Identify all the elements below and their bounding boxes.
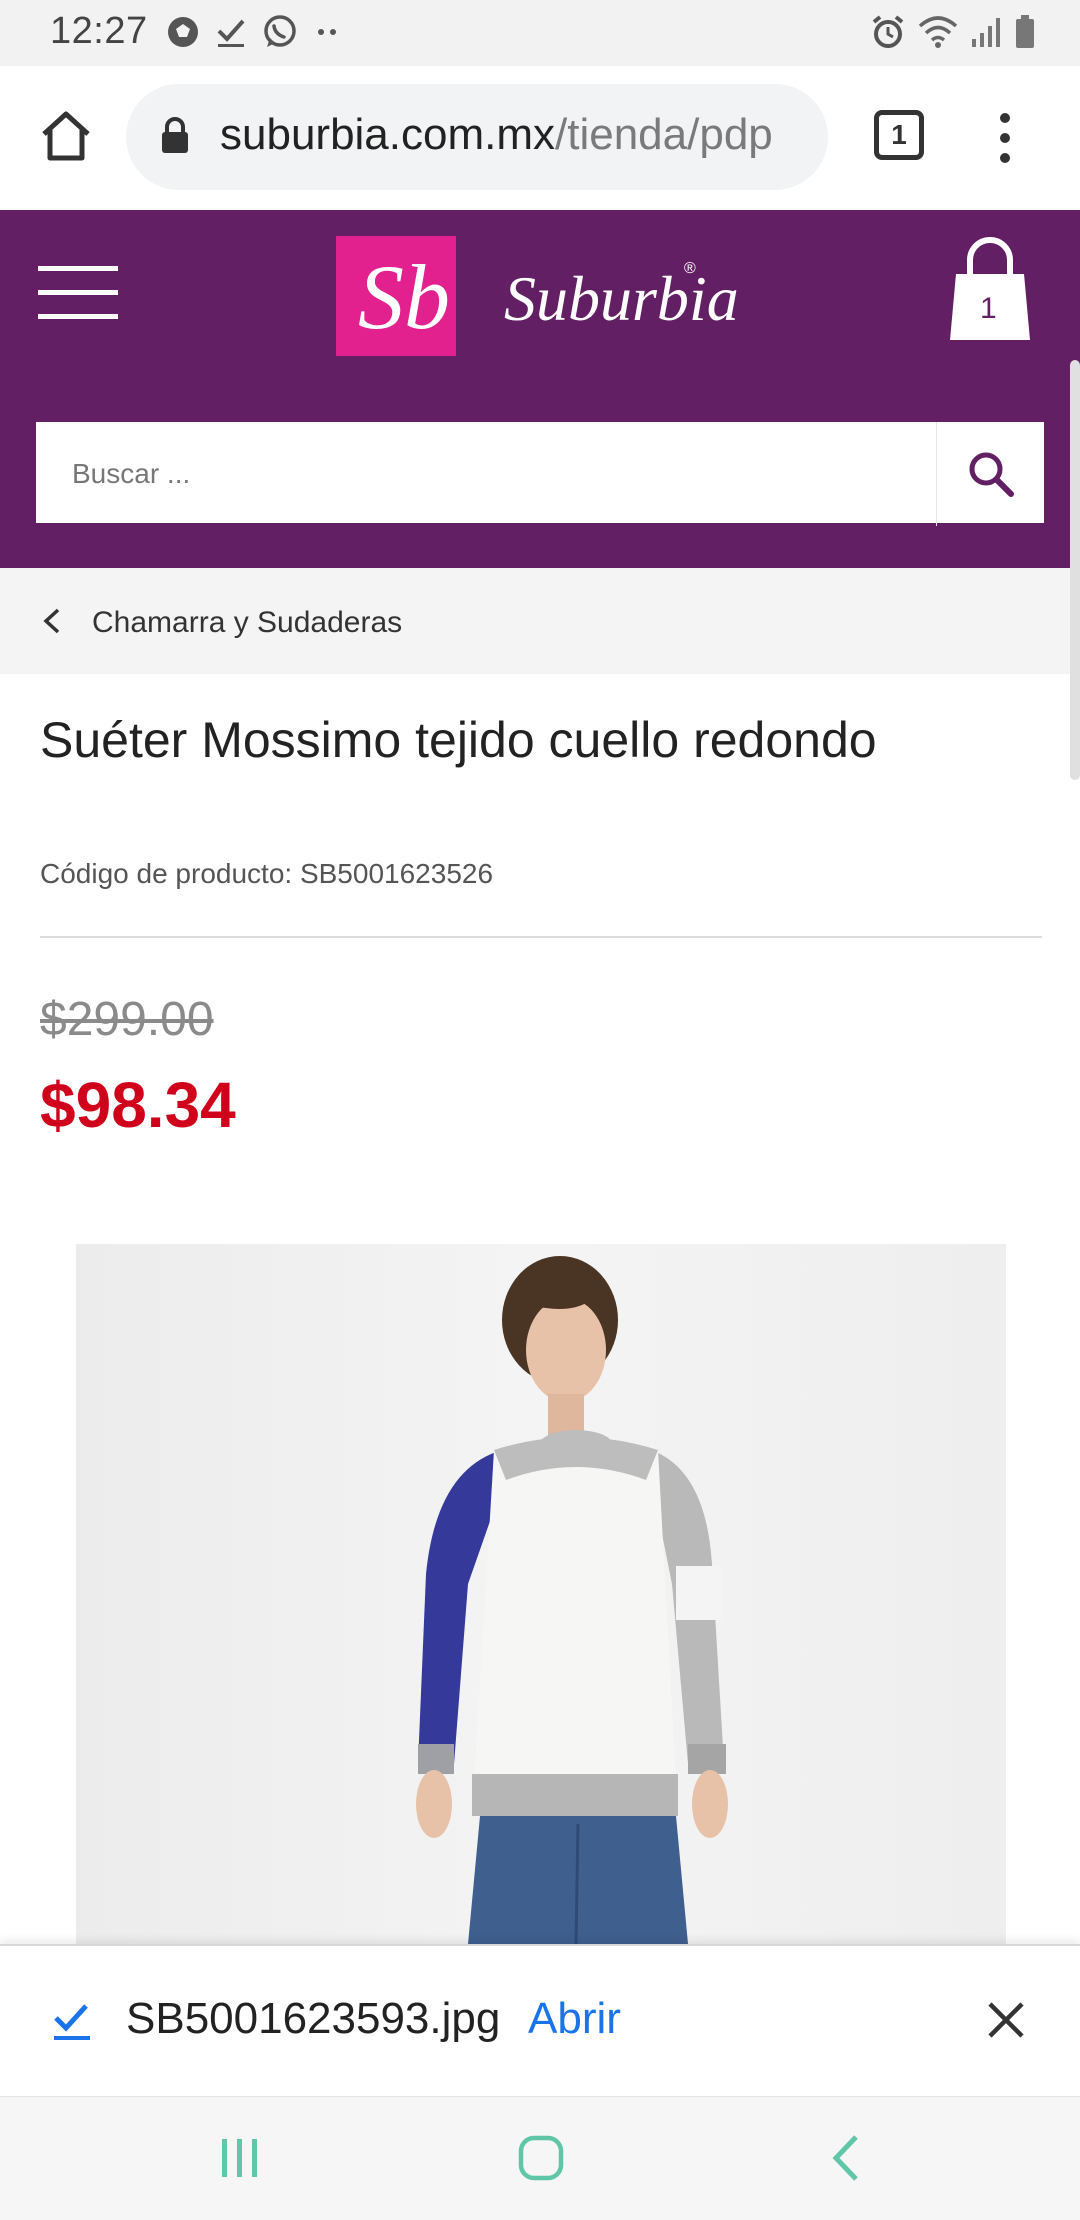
tab-count: 1 [891,119,907,150]
browser-menu-icon[interactable] [990,110,1020,166]
sale-price: $98.34 [40,1069,236,1141]
search-bar [36,422,1044,526]
chevron-left-icon [43,608,60,634]
browser-toolbar: suburbia.com.mx/tienda/pdp 1 [0,66,1080,210]
divider [40,936,1042,938]
product-code-label: Código de producto: SB5001623526 [40,858,494,889]
cart-count: 1 [980,292,997,325]
url-text[interactable]: suburbia.com.mx/tienda/pdp [220,110,810,166]
address-bar[interactable]: suburbia.com.mx/tienda/pdp [126,84,828,190]
downloaded-filename: SB5001623593.jpg [126,1994,501,2043]
status-right-icons [870,14,1036,50]
battery-icon [1016,15,1034,48]
breadcrumb-label: Chamarra y Sudaderas [92,606,403,639]
status-bar: 12:27 [0,0,1080,66]
brand-name[interactable]: Suburbia [504,262,739,336]
home-button-icon[interactable] [516,2133,566,2183]
original-price: $299.00 [40,993,214,1046]
checkmark-download-icon [217,19,245,47]
open-download-link[interactable]: Abrir [528,1994,621,2044]
status-time: 12:27 [50,10,148,52]
search-icon [969,452,1014,497]
recent-apps-icon[interactable] [216,2135,264,2181]
home-icon[interactable] [36,106,96,166]
back-icon[interactable] [826,2133,866,2183]
logo-mark-text: Sb [358,246,450,348]
tab-switcher-button[interactable]: 1 [874,110,924,160]
lock-icon [162,117,188,153]
product-image[interactable] [76,1244,1006,1944]
product-title: Suéter Mossimo tejido cuello redondo [40,712,877,768]
registered-mark: ® [684,260,696,277]
page-scrollbar[interactable] [1070,360,1080,780]
close-icon[interactable] [984,1998,1028,2042]
download-bar: SB5001623593.jpg Abrir [0,1944,1080,2096]
hamburger-menu-icon[interactable] [38,262,120,322]
product-code: Código de producto: SB5001623526 [40,858,493,890]
site-header: Sb Suburbia ® 1 [0,210,1080,568]
wifi-icon [918,16,958,48]
soccer-ball-icon [168,17,198,47]
search-button[interactable] [936,422,1044,526]
alarm-icon [872,15,904,48]
breadcrumb[interactable]: Chamarra y Sudaderas [0,568,1080,674]
more-dots-icon [318,29,336,35]
system-nav-bar [0,2096,1080,2220]
product-photo-illustration [416,1256,728,1944]
signal-icon [972,18,1000,47]
whatsapp-icon [264,15,296,47]
status-left-icons [166,14,342,50]
search-input[interactable] [36,422,936,526]
shopping-bag-icon[interactable] [946,234,1034,344]
logo-mark[interactable]: Sb [336,236,456,356]
download-complete-icon [54,2004,90,2040]
